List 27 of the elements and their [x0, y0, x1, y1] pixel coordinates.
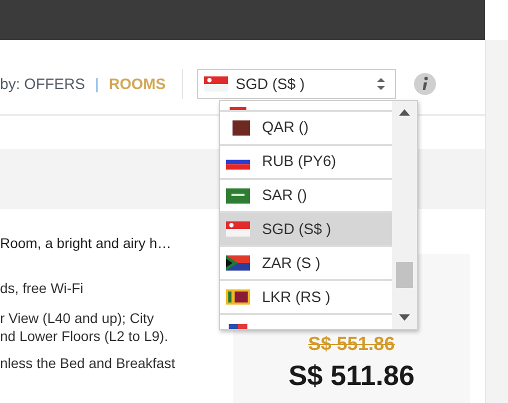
currency-option[interactable]: SGD (S$ ) [220, 213, 392, 248]
flag-icon [226, 221, 250, 238]
scroll-up-icon[interactable] [399, 109, 410, 116]
original-price: S$ 551.86 [308, 334, 395, 356]
flag-icon [226, 324, 250, 329]
flag-icon [204, 76, 228, 92]
room-description: ds, free Wi-Fi [0, 279, 84, 297]
room-description: nd Lower Floors (L2 to L9). [0, 327, 170, 345]
scroll-down-icon[interactable] [399, 314, 410, 321]
sort-label: by: OFFERS [0, 76, 86, 92]
room-description: nless the Bed and Breakfast [0, 354, 176, 372]
room-description: r View (L40 and up); City [0, 309, 155, 327]
separator: | [95, 76, 99, 92]
flag-icon [226, 289, 250, 306]
scroll-thumb[interactable] [396, 262, 413, 288]
currency-option[interactable]: QAR () [220, 112, 392, 146]
currency-option[interactable]: RUB (PY6) [220, 146, 392, 180]
currency-option[interactable]: ZAR (S ) [220, 247, 392, 282]
info-icon[interactable] [414, 73, 436, 95]
currency-option[interactable]: LKR (RS ) [220, 281, 392, 316]
flag-icon [226, 188, 250, 204]
sort-arrows-icon [376, 78, 385, 90]
room-title: Room, a bright and airy h… [0, 235, 172, 251]
currency-select[interactable]: SGD (S$ ) [196, 69, 396, 99]
current-price: S$ 511.86 [288, 360, 415, 392]
flag-icon [226, 255, 250, 272]
scrollbar[interactable] [392, 101, 417, 329]
